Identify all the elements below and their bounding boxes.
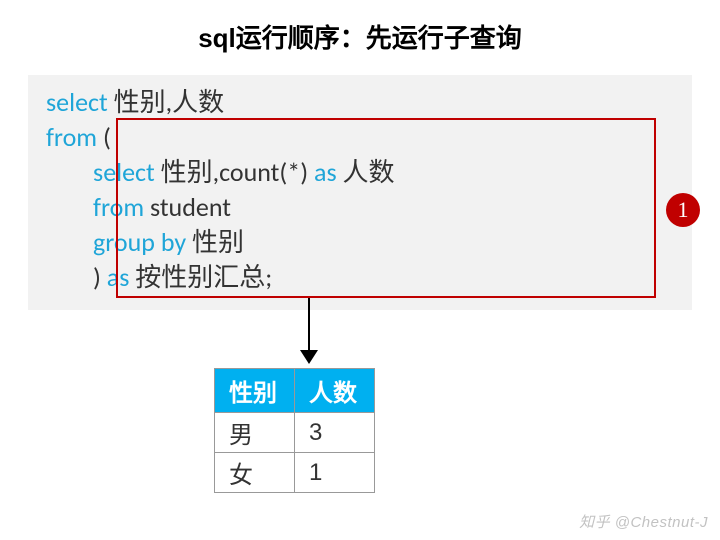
- arrow-head-icon: [300, 350, 318, 364]
- indent: [46, 226, 93, 258]
- result-table: 性别 人数 男 3 女 1: [214, 368, 375, 493]
- col-header-gender: 性别: [215, 369, 295, 413]
- cell: 女: [215, 453, 295, 493]
- table-row: 女 1: [215, 453, 375, 493]
- cell: 1: [295, 453, 375, 493]
- indent: [46, 191, 93, 223]
- cell: 男: [215, 413, 295, 453]
- kw-select: select: [46, 86, 108, 118]
- col-header-count: 人数: [295, 369, 375, 413]
- table-header-row: 性别 人数: [215, 369, 375, 413]
- slide-title: sql运行顺序：先运行子查询: [0, 0, 720, 67]
- step-badge-1: 1: [666, 193, 700, 227]
- cell: 3: [295, 413, 375, 453]
- subquery-highlight-box: [116, 118, 656, 298]
- txt: ): [93, 261, 107, 293]
- kw-from: from: [46, 121, 97, 153]
- sql-code-block: select 性别,人数 from ( select 性别,count(*) a…: [28, 75, 692, 310]
- table-row: 男 3: [215, 413, 375, 453]
- txt: (: [97, 121, 111, 153]
- indent: [46, 156, 93, 188]
- indent: [46, 261, 93, 293]
- txt: 性别,人数: [108, 86, 224, 118]
- code-line-1: select 性别,人数: [46, 85, 674, 120]
- watermark-text: 知乎 @Chestnut-J: [579, 511, 708, 532]
- arrow-line: [308, 298, 310, 354]
